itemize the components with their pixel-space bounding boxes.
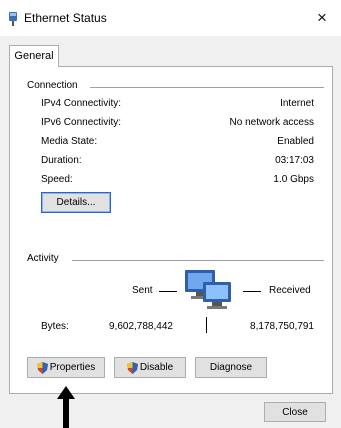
- activity-divider: [72, 260, 324, 261]
- diagnose-button[interactable]: Diagnose: [195, 357, 267, 378]
- bytes-received-value: 8,178,750,791: [250, 321, 314, 332]
- received-line: [243, 291, 261, 292]
- connection-divider: [90, 87, 324, 88]
- received-label: Received: [269, 285, 311, 296]
- sent-label: Sent: [132, 285, 153, 296]
- network-computers-icon: [185, 270, 231, 309]
- tab-general[interactable]: General: [9, 45, 59, 67]
- title-bar: Ethernet Status ×: [0, 0, 341, 36]
- bytes-label: Bytes:: [41, 321, 69, 332]
- speed-label: Speed:: [41, 174, 73, 185]
- close-window-icon[interactable]: ×: [309, 6, 335, 30]
- sent-line: [159, 291, 177, 292]
- duration-value: 03:17:03: [275, 155, 314, 166]
- close-button[interactable]: Close: [264, 402, 326, 422]
- ethernet-status-window: Ethernet Status × General Connection IPv…: [0, 0, 341, 428]
- ipv4-label: IPv4 Connectivity:: [41, 98, 122, 109]
- ipv6-value: No network access: [229, 117, 314, 128]
- properties-label: Properties: [49, 362, 96, 373]
- duration-label: Duration:: [41, 155, 82, 166]
- speed-value: 1.0 Gbps: [273, 174, 314, 185]
- bytes-divider: [206, 317, 207, 333]
- disable-label: Disable: [139, 362, 174, 373]
- connection-group-label: Connection: [27, 80, 82, 91]
- uac-shield-icon: [126, 361, 138, 374]
- activity-group-label: Activity: [27, 253, 63, 264]
- ethernet-plug-icon: [9, 12, 17, 26]
- general-panel: Connection IPv4 Connectivity: Internet I…: [9, 66, 333, 394]
- window-title: Ethernet Status: [24, 11, 107, 25]
- ipv6-label: IPv6 Connectivity:: [41, 117, 122, 128]
- bytes-sent-value: 9,602,788,442: [109, 321, 173, 332]
- properties-button[interactable]: Properties: [27, 357, 105, 378]
- up-arrow-icon: [57, 386, 75, 428]
- dialog-footer: Close: [0, 398, 341, 428]
- media-state-value: Enabled: [277, 136, 314, 147]
- media-state-label: Media State:: [41, 136, 98, 147]
- ipv4-value: Internet: [280, 98, 314, 109]
- uac-shield-icon: [36, 361, 48, 374]
- details-button[interactable]: Details...: [41, 192, 111, 213]
- disable-button[interactable]: Disable: [114, 357, 186, 378]
